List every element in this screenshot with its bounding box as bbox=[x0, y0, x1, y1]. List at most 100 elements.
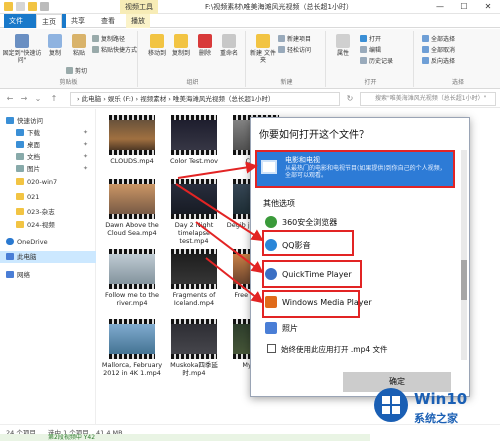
folder-icon bbox=[16, 193, 24, 200]
close-button[interactable]: ✕ bbox=[476, 0, 500, 14]
copy-button[interactable]: 复制 bbox=[42, 34, 68, 57]
nav-pictures[interactable]: 图片 ✦ bbox=[0, 163, 96, 175]
file-item[interactable]: Mallorca, February 2012 in 4K 1.mp4 bbox=[101, 319, 163, 377]
watermark-brand: Win10 bbox=[414, 390, 468, 408]
copy-icon bbox=[48, 34, 62, 48]
folder-icon bbox=[16, 178, 24, 185]
checkbox-box[interactable] bbox=[267, 344, 276, 353]
navigation-pane: 快速访问 下载 ✦ 桌面 ✦ 文档 ✦ 图片 ✦ 020-win7 021 023-杂志… bbox=[0, 109, 96, 424]
rename-icon bbox=[222, 34, 236, 48]
quick-access-dropdown-icon[interactable] bbox=[40, 2, 49, 11]
new-folder-button[interactable]: 新建 文件夹 bbox=[250, 34, 276, 64]
nav-this-pc[interactable]: 此电脑 bbox=[0, 251, 96, 263]
nav-folder-024[interactable]: 024-视频 bbox=[0, 219, 96, 231]
copy-label: 复制 bbox=[48, 50, 61, 57]
open-group: 属性 打开 编辑 历史记录 打开 bbox=[328, 31, 414, 87]
file-item[interactable]: Fragments of Iceland.mp4 bbox=[163, 249, 225, 307]
move-to-button[interactable]: 移动到 bbox=[144, 34, 170, 57]
network-icon bbox=[6, 271, 14, 278]
file-name: Fragments of Iceland.mp4 bbox=[172, 291, 216, 307]
always-use-checkbox[interactable]: 始终使用此应用打开 .mp4 文件 bbox=[267, 344, 388, 355]
file-item[interactable]: Day 2 Night timelapse test.mp4 bbox=[163, 179, 225, 245]
nav-downloads[interactable]: 下载 ✦ bbox=[0, 127, 96, 139]
photos-icon bbox=[265, 322, 277, 334]
always-use-label: 始终使用此应用打开 .mp4 文件 bbox=[281, 345, 388, 354]
copy-to-button[interactable]: 复制到 bbox=[168, 34, 194, 57]
delete-label: 删除 bbox=[198, 50, 211, 57]
tab-view[interactable]: 查看 bbox=[96, 14, 120, 28]
edit-label: 编辑 bbox=[369, 47, 382, 54]
select-none-button[interactable]: 全部取消 bbox=[422, 46, 455, 55]
up-button[interactable]: ↑ bbox=[48, 93, 60, 105]
new-folder-label: 新建 文件夹 bbox=[250, 50, 276, 64]
option-label: 照片 bbox=[282, 324, 298, 333]
paste-shortcut-button[interactable]: 粘贴快捷方式 bbox=[92, 46, 137, 55]
new-folder-icon[interactable] bbox=[28, 2, 37, 11]
nav-label: 桌面 bbox=[27, 141, 40, 149]
select-all-button[interactable]: 全部选择 bbox=[422, 35, 455, 44]
video-thumbnail bbox=[171, 115, 217, 155]
scrollbar-thumb[interactable] bbox=[461, 260, 467, 300]
properties-label: 属性 bbox=[336, 50, 349, 57]
properties-icon[interactable] bbox=[16, 2, 25, 11]
open-icon bbox=[360, 35, 367, 42]
nav-onedrive[interactable]: OneDrive bbox=[0, 236, 96, 248]
new-item-label: 新建项目 bbox=[287, 36, 312, 43]
tab-share[interactable]: 共享 bbox=[66, 14, 90, 28]
rename-button[interactable]: 重命名 bbox=[216, 34, 242, 57]
invert-selection-button[interactable]: 反向选择 bbox=[422, 57, 455, 66]
window-title: F:\视频素材\唯美海滩风光视频（总长超1小时） bbox=[205, 3, 354, 11]
nav-documents[interactable]: 文档 ✦ bbox=[0, 151, 96, 163]
forward-button[interactable]: → bbox=[18, 93, 30, 105]
annotation-box-quicktime bbox=[262, 260, 362, 288]
file-item[interactable]: Follow me to the river.mp4 bbox=[101, 249, 163, 307]
open-group-label: 打开 bbox=[364, 79, 377, 86]
tab-home[interactable]: 主页 bbox=[36, 14, 62, 28]
folder-icon bbox=[16, 208, 24, 215]
open-button[interactable]: 打开 bbox=[360, 35, 381, 44]
move-to-icon bbox=[150, 34, 164, 48]
paste-button[interactable]: 粘贴 bbox=[66, 34, 92, 57]
dialog-scrollbar[interactable] bbox=[461, 150, 467, 360]
recent-dropdown-button[interactable]: ⌄ bbox=[32, 93, 44, 105]
history-icon bbox=[360, 57, 367, 64]
file-item[interactable]: Dawn Above the Cloud Sea.mp4 bbox=[101, 179, 163, 237]
new-item-button[interactable]: 新建项目 bbox=[278, 35, 311, 44]
paste-shortcut-label: 粘贴快捷方式 bbox=[101, 47, 138, 54]
video-thumbnail bbox=[109, 115, 155, 155]
paste-shortcut-icon bbox=[92, 46, 99, 53]
file-item[interactable]: Color Test.mov bbox=[163, 115, 225, 165]
maximize-button[interactable]: ☐ bbox=[452, 0, 476, 14]
move-to-label: 移动到 bbox=[147, 50, 166, 57]
nav-folder-023[interactable]: 023-杂志 bbox=[0, 206, 96, 218]
nav-label: 020-win7 bbox=[27, 178, 58, 186]
easy-access-button[interactable]: 轻松访问 bbox=[278, 46, 311, 55]
delete-button[interactable]: 删除 bbox=[192, 34, 218, 57]
nav-folder-021[interactable]: 021 bbox=[0, 191, 96, 203]
nav-quick-access[interactable]: 快速访问 bbox=[0, 115, 96, 127]
copy-path-button[interactable]: 复制路径 bbox=[92, 35, 125, 44]
edit-button[interactable]: 编辑 bbox=[360, 46, 381, 55]
properties-button[interactable]: 属性 bbox=[330, 34, 356, 57]
nav-desktop[interactable]: 桌面 ✦ bbox=[0, 139, 96, 151]
document-icon bbox=[16, 153, 24, 160]
tab-play[interactable]: 播放 bbox=[126, 14, 150, 28]
pin-quick-access-button[interactable]: 固定到"快速访问" bbox=[2, 34, 42, 64]
bottom-strip: 第2段视频中 Y42 bbox=[0, 434, 370, 441]
picture-icon bbox=[16, 165, 24, 172]
address-path[interactable]: › 此电脑 › 娱乐 (F:) › 视频素材 › 唯美海滩风光视频（总长超1小时… bbox=[70, 92, 340, 106]
file-item[interactable]: Muskoka四季延时.mp4 bbox=[163, 319, 225, 377]
annotation-box-qq bbox=[262, 230, 354, 256]
clipboard-group-label: 剪贴板 bbox=[59, 79, 78, 86]
cut-button[interactable]: 剪切 bbox=[66, 67, 87, 76]
nav-folder-020[interactable]: 020-win7 bbox=[0, 176, 96, 188]
back-button[interactable]: ← bbox=[4, 93, 16, 105]
search-input[interactable]: 搜索"唯美海滩风光视频（总长超1小时）" bbox=[360, 92, 496, 106]
browser-360-icon bbox=[265, 216, 277, 228]
history-button[interactable]: 历史记录 bbox=[360, 57, 393, 66]
file-item[interactable]: CLOUDS.mp4 bbox=[101, 115, 163, 165]
refresh-button[interactable]: ↻ bbox=[344, 93, 356, 105]
nav-network[interactable]: 网络 bbox=[0, 269, 96, 281]
minimize-button[interactable]: — bbox=[428, 0, 452, 14]
option-photos[interactable]: 照片 bbox=[265, 320, 455, 338]
